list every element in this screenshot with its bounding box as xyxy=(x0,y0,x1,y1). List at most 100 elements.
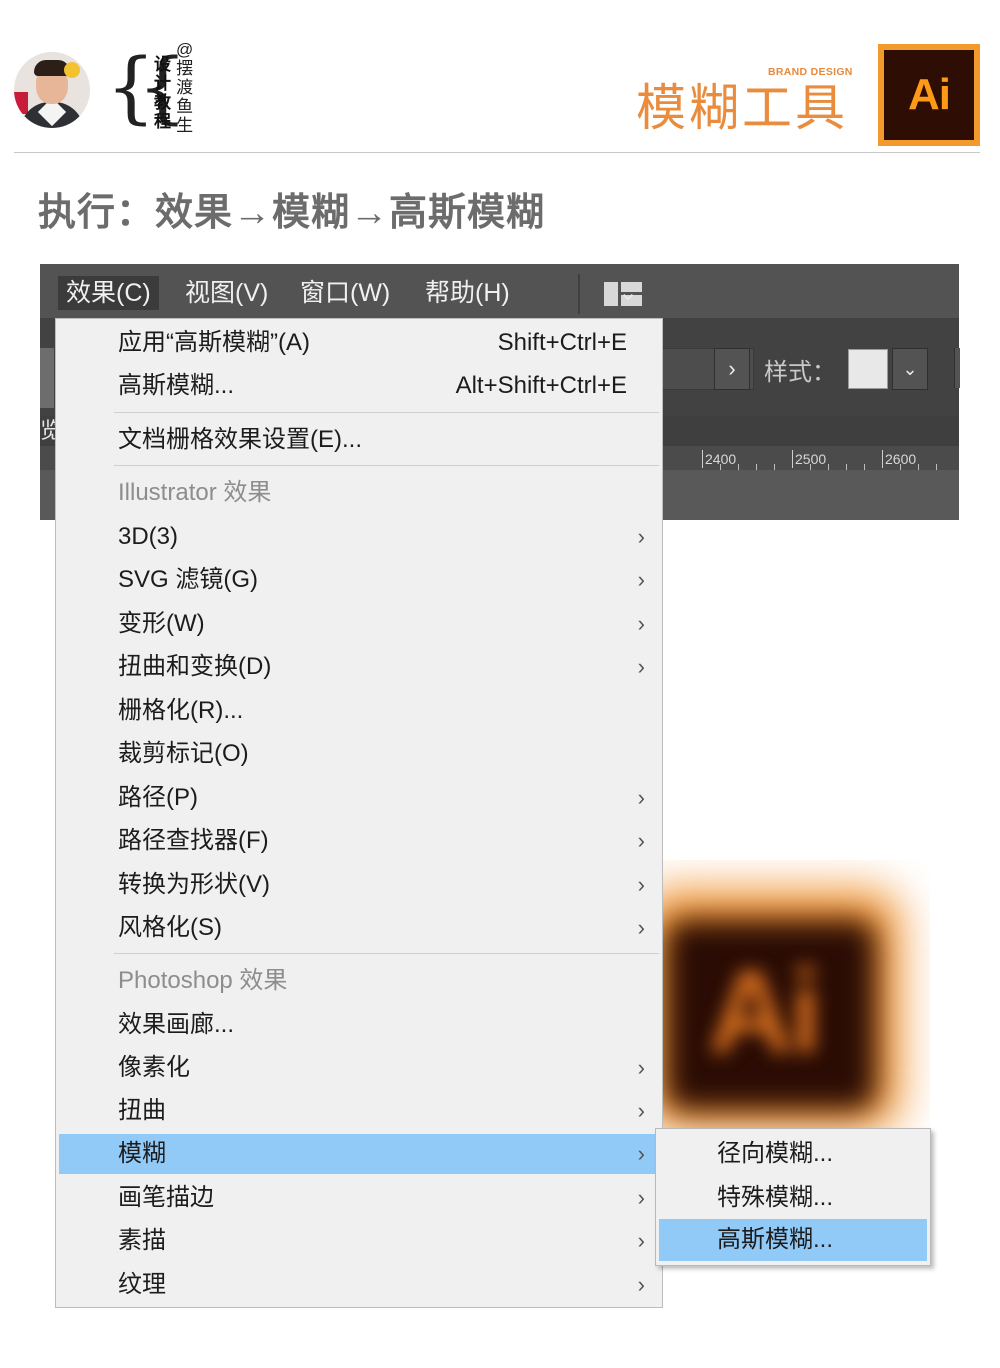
submenu-arrow-icon: › xyxy=(637,872,645,897)
workspace-chevron-down-icon[interactable]: ⌄ xyxy=(618,278,638,307)
menu-item-pixelate[interactable]: 像素化 › xyxy=(59,1048,659,1088)
blurred-art-glyph: Ai xyxy=(708,946,822,1078)
menu-item-label: 路径查找器(F) xyxy=(118,827,269,854)
avatar-background-band xyxy=(14,92,28,114)
menu-item-label: 应用“高斯模糊”(A) xyxy=(118,329,310,356)
menu-item-label: 风格化(S) xyxy=(118,914,222,941)
submenu-arrow-icon: › xyxy=(637,654,645,679)
handle-char: 渡 xyxy=(176,78,194,97)
menu-help[interactable]: 帮助(H) xyxy=(417,276,518,310)
submenu-arrow-icon: › xyxy=(637,915,645,940)
menu-section-photoshop: Photoshop 效果 xyxy=(59,961,659,1001)
menu-item-rasterize[interactable]: 栅格化(R)... xyxy=(59,691,659,731)
menu-item-label: 素描 xyxy=(118,1227,166,1254)
menu-item-shortcut: Shift+Ctrl+E xyxy=(497,329,627,356)
author-handle: @ 摆 渡 鱼 生 xyxy=(176,40,193,135)
menu-item-label: 模糊 xyxy=(118,1140,166,1167)
menu-item-pathfinder[interactable]: 路径查找器(F) › xyxy=(59,821,659,861)
tagline-char: 教 xyxy=(154,93,171,112)
menu-section-label: Illustrator 效果 xyxy=(118,479,272,506)
illustrator-logo-text: Ai xyxy=(884,50,974,140)
submenu-item-label: 高斯模糊... xyxy=(717,1226,834,1253)
menu-item-label: 裁剪标记(O) xyxy=(118,740,249,767)
menu-item-label: 扭曲和变换(D) xyxy=(118,653,272,680)
chevron-right-icon[interactable]: › xyxy=(714,348,750,390)
tagline-char: 设 xyxy=(154,55,171,74)
menu-item-distort-transform[interactable]: 扭曲和变换(D) › xyxy=(59,647,659,687)
menu-item-3d[interactable]: 3D(3) › xyxy=(59,517,659,557)
submenu-item-label: 特殊模糊... xyxy=(717,1184,834,1211)
menu-effect[interactable]: 效果(C) xyxy=(58,276,159,310)
author-avatar xyxy=(14,52,90,128)
menu-item-blur[interactable]: 模糊 › xyxy=(59,1134,659,1174)
menu-separator xyxy=(114,412,659,413)
style-swatch[interactable] xyxy=(848,349,888,389)
menu-separator xyxy=(114,953,659,954)
submenu-arrow-icon: › xyxy=(637,1272,645,1297)
menubar-divider xyxy=(578,274,580,314)
menu-item-label: 栅格化(R)... xyxy=(118,697,244,724)
step-instruction: 执行：效果→模糊→高斯模糊 xyxy=(38,192,546,234)
menu-item-label: 路径(P) xyxy=(118,784,198,811)
control-bar-left-field xyxy=(40,348,54,408)
style-chevron-down-icon[interactable]: ⌄ xyxy=(892,348,928,390)
submenu-item-label: 径向模糊... xyxy=(717,1140,834,1167)
submenu-arrow-icon: › xyxy=(637,1185,645,1210)
menubar: 效果(C) 视图(V) 窗口(W) 帮助(H) ⌄ xyxy=(40,264,959,318)
submenu-arrow-icon: › xyxy=(637,785,645,810)
menu-item-label: 文档栅格效果设置(E)... xyxy=(118,426,362,453)
menu-item-label: 转换为形状(V) xyxy=(118,871,270,898)
menu-item-label: 高斯模糊... xyxy=(118,372,235,399)
header-divider xyxy=(14,152,980,153)
menu-item-label: 3D(3) xyxy=(118,523,179,550)
menu-item-stylize[interactable]: 风格化(S) › xyxy=(59,908,659,948)
handle-char: 摆 xyxy=(176,59,194,78)
author-tagline-bold: 设 计 教 程 xyxy=(154,55,171,131)
menu-item-effect-gallery[interactable]: 效果画廊... xyxy=(59,1005,659,1045)
menu-section-illustrator: Illustrator 效果 xyxy=(59,473,659,513)
menu-item-shortcut: Alt+Shift+Ctrl+E xyxy=(455,372,627,399)
menu-item-svg-filters[interactable]: SVG 滤镜(G) › xyxy=(59,560,659,600)
submenu-arrow-icon: › xyxy=(637,611,645,636)
menu-item-texture[interactable]: 纹理 › xyxy=(59,1265,659,1305)
submenu-arrow-icon: › xyxy=(637,1055,645,1080)
control-bar-right-edge xyxy=(954,348,960,388)
menu-item-path[interactable]: 路径(P) › xyxy=(59,778,659,818)
menu-item-label: 画笔描边 xyxy=(118,1184,214,1211)
menu-item-warp[interactable]: 变形(W) › xyxy=(59,604,659,644)
style-label: 样式： xyxy=(764,359,836,386)
submenu-item-smart-blur[interactable]: 特殊模糊... xyxy=(659,1177,927,1219)
menu-item-label: 扭曲 xyxy=(118,1097,166,1124)
submenu-arrow-icon: › xyxy=(637,1228,645,1253)
submenu-arrow-icon: › xyxy=(637,524,645,549)
menu-view[interactable]: 视图(V) xyxy=(177,276,276,310)
blur-submenu: 径向模糊... 特殊模糊... 高斯模糊... xyxy=(655,1128,931,1266)
menu-item-convert-to-shape[interactable]: 转换为形状(V) › xyxy=(59,865,659,905)
menu-item-document-raster-settings[interactable]: 文档栅格效果设置(E)... xyxy=(59,420,659,460)
menu-item-crop-marks[interactable]: 裁剪标记(O) xyxy=(59,734,659,774)
tagline-char: 计 xyxy=(154,74,171,93)
menu-item-label: 变形(W) xyxy=(118,610,205,637)
handle-char: 生 xyxy=(176,116,194,135)
menu-item-label: SVG 滤镜(G) xyxy=(118,566,259,593)
submenu-item-radial-blur[interactable]: 径向模糊... xyxy=(659,1133,927,1175)
handle-char: 鱼 xyxy=(176,97,194,116)
submenu-arrow-icon: › xyxy=(637,1098,645,1123)
submenu-item-gaussian-blur[interactable]: 高斯模糊... xyxy=(659,1219,927,1261)
handle-char: @ xyxy=(176,40,194,59)
menu-item-sketch[interactable]: 素描 › xyxy=(59,1221,659,1261)
brand-design-label: BRAND DESIGN xyxy=(768,66,853,78)
menu-item-label: 效果画廊... xyxy=(118,1011,235,1038)
menu-window[interactable]: 窗口(W) xyxy=(292,276,398,310)
page-title: 模糊工具 xyxy=(636,80,848,136)
submenu-arrow-icon: › xyxy=(637,567,645,592)
illustrator-logo: Ai xyxy=(878,44,980,146)
menu-section-label: Photoshop 效果 xyxy=(118,967,288,994)
menu-item-apply-last-effect[interactable]: 应用“高斯模糊”(A) Shift+Ctrl+E xyxy=(59,323,659,363)
submenu-arrow-icon: › xyxy=(637,828,645,853)
menu-item-brush-strokes[interactable]: 画笔描边 › xyxy=(59,1178,659,1218)
menu-item-last-effect[interactable]: 高斯模糊... Alt+Shift+Ctrl+E xyxy=(59,366,659,406)
menu-item-label: 像素化 xyxy=(118,1054,190,1081)
menu-item-distort[interactable]: 扭曲 › xyxy=(59,1091,659,1131)
effect-menu-dropdown: 应用“高斯模糊”(A) Shift+Ctrl+E 高斯模糊... Alt+Shi… xyxy=(55,318,663,1308)
